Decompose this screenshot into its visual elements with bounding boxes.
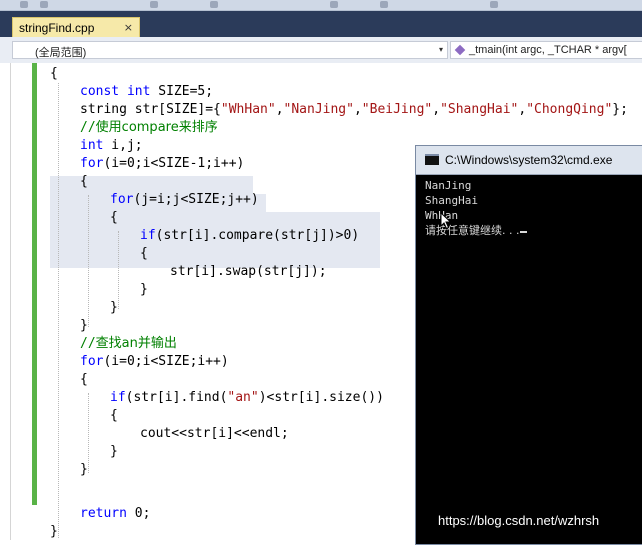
code-comment: //查找an并输出 [80,336,177,351]
code-line: } [110,444,118,459]
toolbar-button-icon[interactable] [40,1,48,8]
toolbar-button-icon[interactable] [380,1,388,8]
code-line: for(j=i;j<SIZE;j++) [110,192,259,207]
document-tab-strip: stringFind.cpp × [0,11,642,37]
watermark: https://blog.csdn.net/wzhrsh [438,513,600,528]
scope-dropdown-value: (全局范围) [35,47,87,59]
code-line: str[i].swap(str[j]); [170,264,327,279]
code-line: for(i=0;i<SIZE;i++) [80,354,229,369]
code-line: for(i=0;i<SIZE-1;i++) [80,156,245,171]
code-line: } [110,300,118,315]
code-line: { [80,372,88,387]
code-line: if(str[i].find("an")<str[i].size()) [110,390,384,405]
code-line: string str[SIZE]={"WhHan","NanJing","Bei… [80,102,628,117]
code-line: const int SIZE=5; [80,84,214,99]
indent-guide [88,195,89,327]
code-line: } [80,318,88,333]
code-line: } [50,524,58,539]
toolbar-button-icon[interactable] [20,1,28,8]
toolbar-button-icon[interactable] [490,1,498,8]
toolbar-button-icon[interactable] [150,1,158,8]
cmd-icon [425,154,439,165]
tab-title: stringFind.cpp [19,20,95,35]
close-icon[interactable]: × [124,21,133,34]
mouse-pointer-icon [440,212,452,230]
console-output-line: NanJing [425,179,472,192]
code-line: { [50,66,58,81]
code-line: return 0; [80,506,151,521]
indent-guide [58,83,59,538]
member-dropdown[interactable]: _tmain(int argc, _TCHAR * argv[ [450,41,642,59]
console-output-line: ShangHai [425,194,478,207]
toolbar-button-icon[interactable] [330,1,338,8]
code-line: { [110,408,118,423]
text-cursor-icon [520,231,528,233]
method-icon [454,44,466,56]
gutter-divider [10,63,11,540]
member-dropdown-value: _tmain(int argc, _TCHAR * argv[ [469,44,627,56]
console-titlebar[interactable]: C:\Windows\system32\cmd.exe [416,146,642,175]
scope-dropdown[interactable]: (全局范围) ▾ [12,41,448,59]
chevron-down-icon[interactable]: ▾ [439,45,443,54]
indent-guide [118,231,119,309]
code-line: cout<<str[i]<<endl; [140,426,289,441]
navigation-bar: (全局范围) ▾ _tmain(int argc, _TCHAR * argv[ [0,37,642,64]
code-line: if(str[i].compare(str[j])>0) [140,228,360,243]
code-comment: //使用compare来排序 [80,120,218,135]
console-window[interactable]: C:\Windows\system32\cmd.exe NanJing Shan… [415,145,642,545]
code-line: } [80,462,88,477]
code-line: { [140,246,148,261]
code-line: { [80,174,88,189]
code-line: int i,j; [80,138,143,153]
console-title: C:\Windows\system32\cmd.exe [445,153,613,167]
toolbar-button-icon[interactable] [210,1,218,8]
change-tracking-bar [32,63,37,505]
toolbar [0,0,642,11]
code-line: } [140,282,148,297]
code-line: { [110,210,118,225]
tab-stringfind-cpp[interactable]: stringFind.cpp × [12,17,140,37]
indent-guide [88,393,89,473]
